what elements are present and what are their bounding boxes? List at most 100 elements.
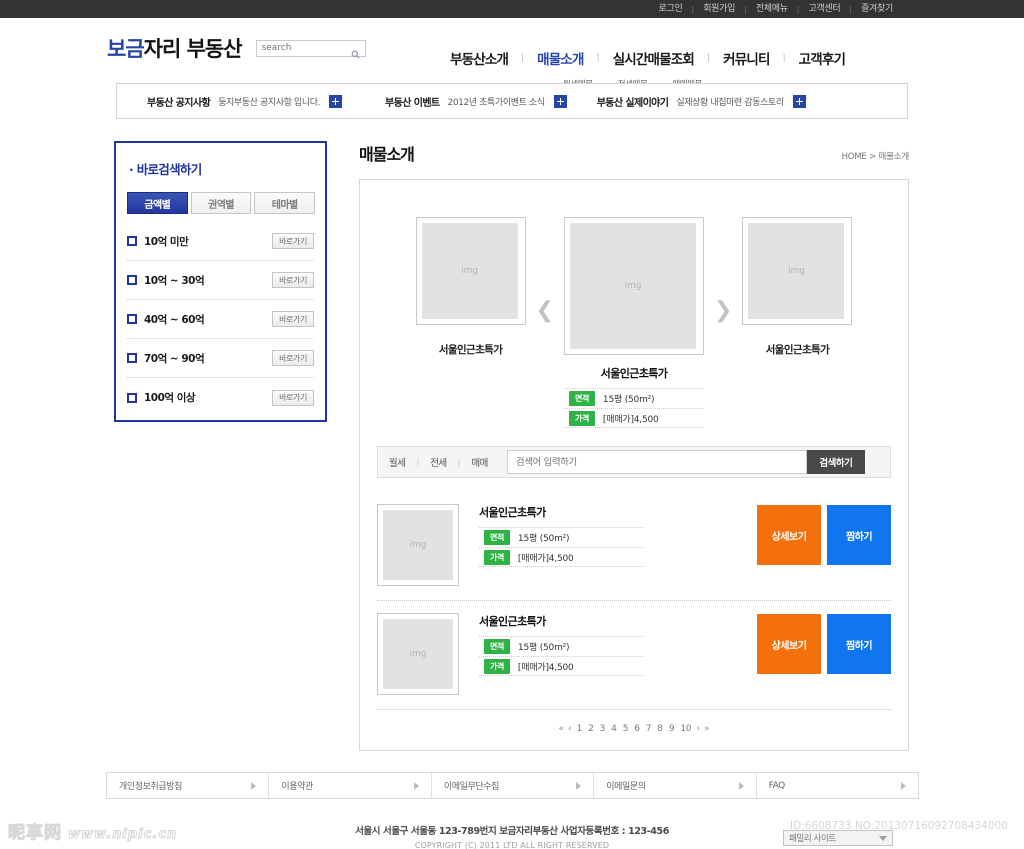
search-input[interactable]: [261, 41, 342, 55]
pagination-prev[interactable]: ‹: [568, 724, 572, 734]
footer-link-terms[interactable]: 이용약관: [269, 773, 432, 798]
go-button[interactable]: 바로가기: [272, 311, 314, 327]
plus-icon[interactable]: [792, 94, 806, 108]
watermark-url: www.nipic.cn: [67, 827, 178, 843]
sidebar-tab-by-price[interactable]: 금액별: [127, 192, 188, 214]
spec-tag: 면적: [484, 639, 510, 654]
sidebar-tab-by-region[interactable]: 권역별: [190, 192, 252, 214]
list-item-label: 10억 미만: [144, 235, 189, 248]
listing-search-field[interactable]: [506, 450, 807, 474]
list-item[interactable]: 70억 ~ 90억 바로가기: [127, 339, 314, 378]
plus-icon[interactable]: [329, 94, 343, 108]
arrow-right-icon: [576, 781, 582, 790]
pagination-page-1[interactable]: 1: [576, 724, 584, 734]
top-link-support[interactable]: 고객센터: [799, 0, 849, 18]
pagination-page-10[interactable]: 10: [679, 724, 692, 734]
pagination-page-7[interactable]: 7: [645, 724, 653, 734]
go-button[interactable]: 바로가기: [272, 350, 314, 366]
listing-row[interactable]: img 서울인근초특가 면적 15평 (50m²) 가격 [매매가]4,500: [377, 492, 891, 601]
sidebar-tabs: 금액별 권역별 테마별: [127, 192, 316, 214]
checkbox-icon[interactable]: [127, 314, 137, 324]
spec-list: 면적 15평 (50m²) 가격 [매매가]4,500: [479, 636, 644, 676]
nav-item-intro[interactable]: 부동산소개: [450, 48, 509, 68]
footer-link-label: FAQ: [768, 780, 786, 791]
listing-search-input[interactable]: [515, 456, 798, 468]
go-button[interactable]: 바로가기: [272, 272, 314, 288]
pagination-page-3[interactable]: 3: [599, 724, 607, 734]
arrow-right-icon: [251, 781, 257, 790]
checkbox-icon[interactable]: [127, 236, 137, 246]
nav-separator: |: [596, 53, 600, 63]
view-detail-button[interactable]: 상세보기: [757, 614, 821, 674]
thumbnail-frame: img: [742, 217, 853, 325]
carousel-card-center[interactable]: img 서울인근초특가 면적 15평 (50m²) 가격 [매매가]4,500: [564, 217, 704, 428]
chevron-down-icon[interactable]: [879, 835, 887, 841]
nav-item-reviews[interactable]: 고객후기: [799, 48, 846, 68]
nav-item-community[interactable]: 커뮤니티: [723, 48, 770, 68]
pagination-page-9[interactable]: 9: [668, 724, 676, 734]
nav-separator: |: [707, 53, 711, 63]
list-item[interactable]: 100억 이상 바로가기: [127, 378, 314, 417]
logo-text-primary: 보금: [107, 37, 145, 61]
filter-tab-monthly[interactable]: 월세: [378, 455, 416, 469]
nav-item-listings[interactable]: 매물소개: [537, 48, 584, 68]
header-search-box[interactable]: [255, 39, 366, 59]
spec-value: 15평 (50m²): [517, 534, 570, 544]
nav-separator: |: [782, 53, 786, 63]
notice-strip: 부동산 공지사항 둥지부동산 공지사항 입니다. 부동산 이벤트 2012년 초…: [116, 83, 908, 119]
family-site-select[interactable]: 패밀리 사이트: [783, 830, 893, 846]
top-link-sitemap[interactable]: 전체메뉴: [747, 0, 797, 18]
footer-link-faq[interactable]: FAQ: [757, 773, 918, 798]
top-link-bookmark[interactable]: 즐겨찾기: [852, 0, 902, 18]
nav-item-realtime[interactable]: 실시간매물조회: [613, 48, 695, 68]
sidebar-tab-by-theme[interactable]: 테마별: [254, 192, 316, 214]
pagination-page-5[interactable]: 5: [622, 724, 630, 734]
pagination-page-2[interactable]: 2: [587, 724, 595, 734]
carousel-card-right[interactable]: img 서울인근초특가: [742, 217, 853, 357]
top-link-signup[interactable]: 회원가입: [694, 0, 744, 18]
pagination-last[interactable]: »: [704, 724, 710, 734]
go-button[interactable]: 바로가기: [272, 233, 314, 249]
spec-value: [매매가]4,500: [517, 662, 574, 673]
checkbox-icon[interactable]: [127, 392, 137, 403]
notice-item-announcement[interactable]: 부동산 공지사항 둥지부동산 공지사항 입니다.: [147, 94, 343, 109]
filter-tab-jeonse[interactable]: 전세: [419, 455, 457, 469]
filter-tab-sale[interactable]: 매매: [460, 455, 498, 469]
footer-navigation: 개인정보취급방침 이용약관 이메일무단수집 이메일문의 FAQ: [106, 772, 919, 799]
carousel-prev-arrow-icon[interactable]: ❮: [536, 298, 554, 347]
carousel-card-left[interactable]: img 서울인근초특가: [415, 217, 526, 357]
footer-link-email-inquiry[interactable]: 이메일문의: [594, 773, 757, 798]
pagination-first[interactable]: «: [558, 724, 564, 734]
notice-item-event[interactable]: 부동산 이벤트 2012년 초특가이벤트 소식: [385, 94, 567, 109]
listing-info: 서울인근초특가 면적 15평 (50m²) 가격 [매매가]4,500: [479, 613, 644, 676]
site-header: 보금자리 부동산 부동산소개 | 매물소개 | 실시간매물조회 | 커뮤니티 |…: [0, 18, 1024, 90]
view-detail-button[interactable]: 상세보기: [757, 505, 821, 565]
checkbox-icon[interactable]: [127, 275, 137, 285]
site-logo[interactable]: 보금자리 부동산: [107, 33, 243, 63]
checkbox-icon[interactable]: [127, 353, 137, 363]
pagination-page-4[interactable]: 4: [610, 724, 618, 734]
carousel-next-arrow-icon[interactable]: ❯: [714, 298, 732, 347]
spec-row-price: 가격 [매매가]4,500: [564, 408, 704, 428]
go-button[interactable]: 바로가기: [272, 389, 314, 406]
notice-item-story[interactable]: 부동산 실제이야기 실제상황 내집마련 감동스토리: [597, 94, 806, 109]
thumbnail-frame: img: [564, 217, 704, 355]
plus-icon[interactable]: [553, 94, 567, 108]
search-icon[interactable]: [351, 44, 360, 59]
list-item[interactable]: 10억 미만 바로가기: [127, 222, 314, 261]
list-item[interactable]: 10억 ~ 30억 바로가기: [127, 261, 314, 300]
listing-row[interactable]: img 서울인근초특가 면적 15평 (50m²) 가격 [매매가]4,500: [377, 601, 891, 710]
spec-row-price: 가격 [매매가]4,500: [479, 656, 644, 676]
favorite-button[interactable]: 찜하기: [827, 614, 891, 674]
list-item[interactable]: 40억 ~ 60억 바로가기: [127, 300, 314, 339]
spec-row-area: 면적 15평 (50m²): [479, 636, 644, 656]
favorite-button[interactable]: 찜하기: [827, 505, 891, 565]
pagination-page-6[interactable]: 6: [633, 724, 641, 734]
pagination-next[interactable]: ›: [696, 724, 700, 734]
footer-link-privacy[interactable]: 개인정보취급방침: [107, 773, 270, 798]
top-utility-bar: 로그인 | 회원가입 | 전체메뉴 | 고객센터 | 즐겨찾기: [0, 0, 1024, 18]
footer-link-email-policy[interactable]: 이메일무단수집: [432, 773, 595, 798]
top-link-login[interactable]: 로그인: [650, 0, 692, 18]
listing-search-button[interactable]: 검색하기: [806, 450, 865, 474]
pagination-page-8[interactable]: 8: [656, 724, 664, 734]
